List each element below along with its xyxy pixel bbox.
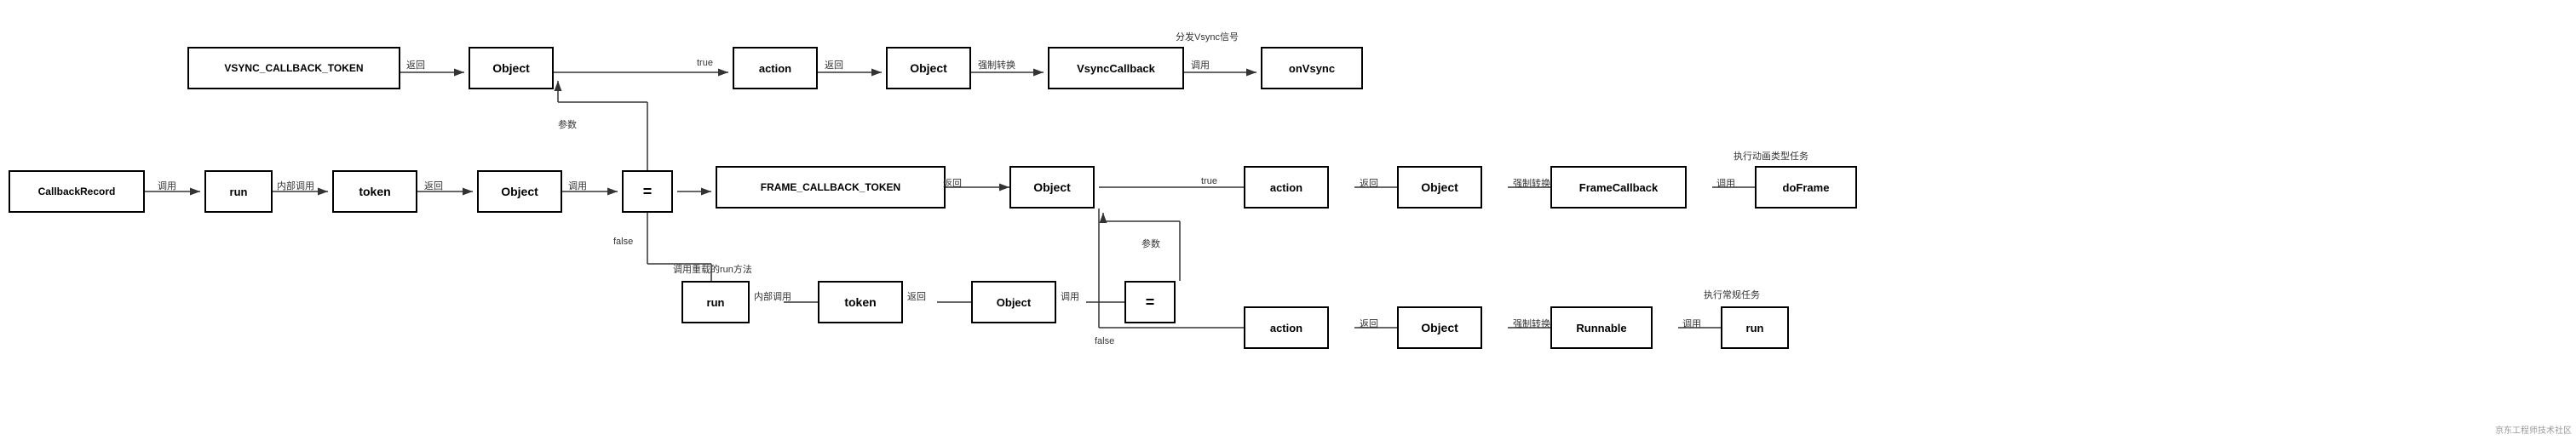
label-frame-task: 执行动画类型任务 [1734,149,1808,163]
node-frame-token: FRAME_CALLBACK_TOKEN [716,166,946,209]
node-object1: Object [477,170,562,213]
label-coerce-frame: 强制转换 [1513,176,1550,190]
node-object2: Object [469,47,554,89]
diagram: CallbackRecord run token Object = VSYNC_… [0,0,2576,440]
node-onvsync: onVsync [1261,47,1363,89]
node-action1: action [733,47,818,89]
node-callbackrecord: CallbackRecord [9,170,145,213]
label-call-equals1: 调用 [568,179,587,192]
label-return-action2: 返回 [1360,176,1378,190]
label-coerce-runnable: 强制转换 [1513,317,1550,330]
node-equals2: = [1124,281,1176,323]
label-coerce-vsync: 强制转换 [978,58,1015,71]
label-return-action3: 返回 [1360,317,1378,330]
label-call-run3: 调用 [1682,317,1701,330]
label-return-token1: 返回 [424,179,443,192]
node-equals1: = [622,170,673,213]
label-call-run1: 调用 [158,179,176,192]
label-call-equals2: 调用 [1061,289,1079,303]
node-action3: action [1244,306,1329,349]
label-internal-call1: 内部调用 [277,179,314,192]
node-token1: token [332,170,417,213]
node-vsync-token: VSYNC_CALLBACK_TOKEN [187,47,400,89]
label-vsync-signal: 分发Vsync信号 [1176,30,1239,43]
node-doframe: doFrame [1755,166,1857,209]
watermark: 京东工程师技术社区 [2495,423,2572,436]
node-object3: Object [886,47,971,89]
label-return-token2: 返回 [907,289,926,303]
node-object7: Object [1397,306,1482,349]
label-true2: true [1201,176,1217,186]
label-regular-task: 执行常规任务 [1704,288,1760,301]
node-action2: action [1244,166,1329,209]
node-vsynccallback: VsyncCallback [1048,47,1184,89]
label-parameter1: 参数 [558,117,577,131]
node-object6: Object [1397,166,1482,209]
node-token2: token [818,281,903,323]
label-overload-run: 调用重载的run方法 [673,262,752,276]
node-runnable: Runnable [1550,306,1653,349]
label-false2: false [1095,336,1114,346]
node-object5: Object [971,281,1056,323]
label-true1: true [697,58,713,68]
label-call-onvsync: 调用 [1191,58,1210,71]
label-parameter2: 参数 [1141,237,1160,250]
label-false1: false [613,237,633,247]
label-return-action1: 返回 [825,58,843,71]
node-run3: run [1721,306,1789,349]
label-return-frame: 返回 [943,176,962,190]
label-call-doframe: 调用 [1716,176,1735,190]
node-run2: run [681,281,750,323]
label-return-vsync: 返回 [406,58,425,71]
node-object4: Object [1009,166,1095,209]
node-framecallback: FrameCallback [1550,166,1687,209]
label-internal-call2: 内部调用 [754,289,791,303]
node-run1: run [204,170,273,213]
